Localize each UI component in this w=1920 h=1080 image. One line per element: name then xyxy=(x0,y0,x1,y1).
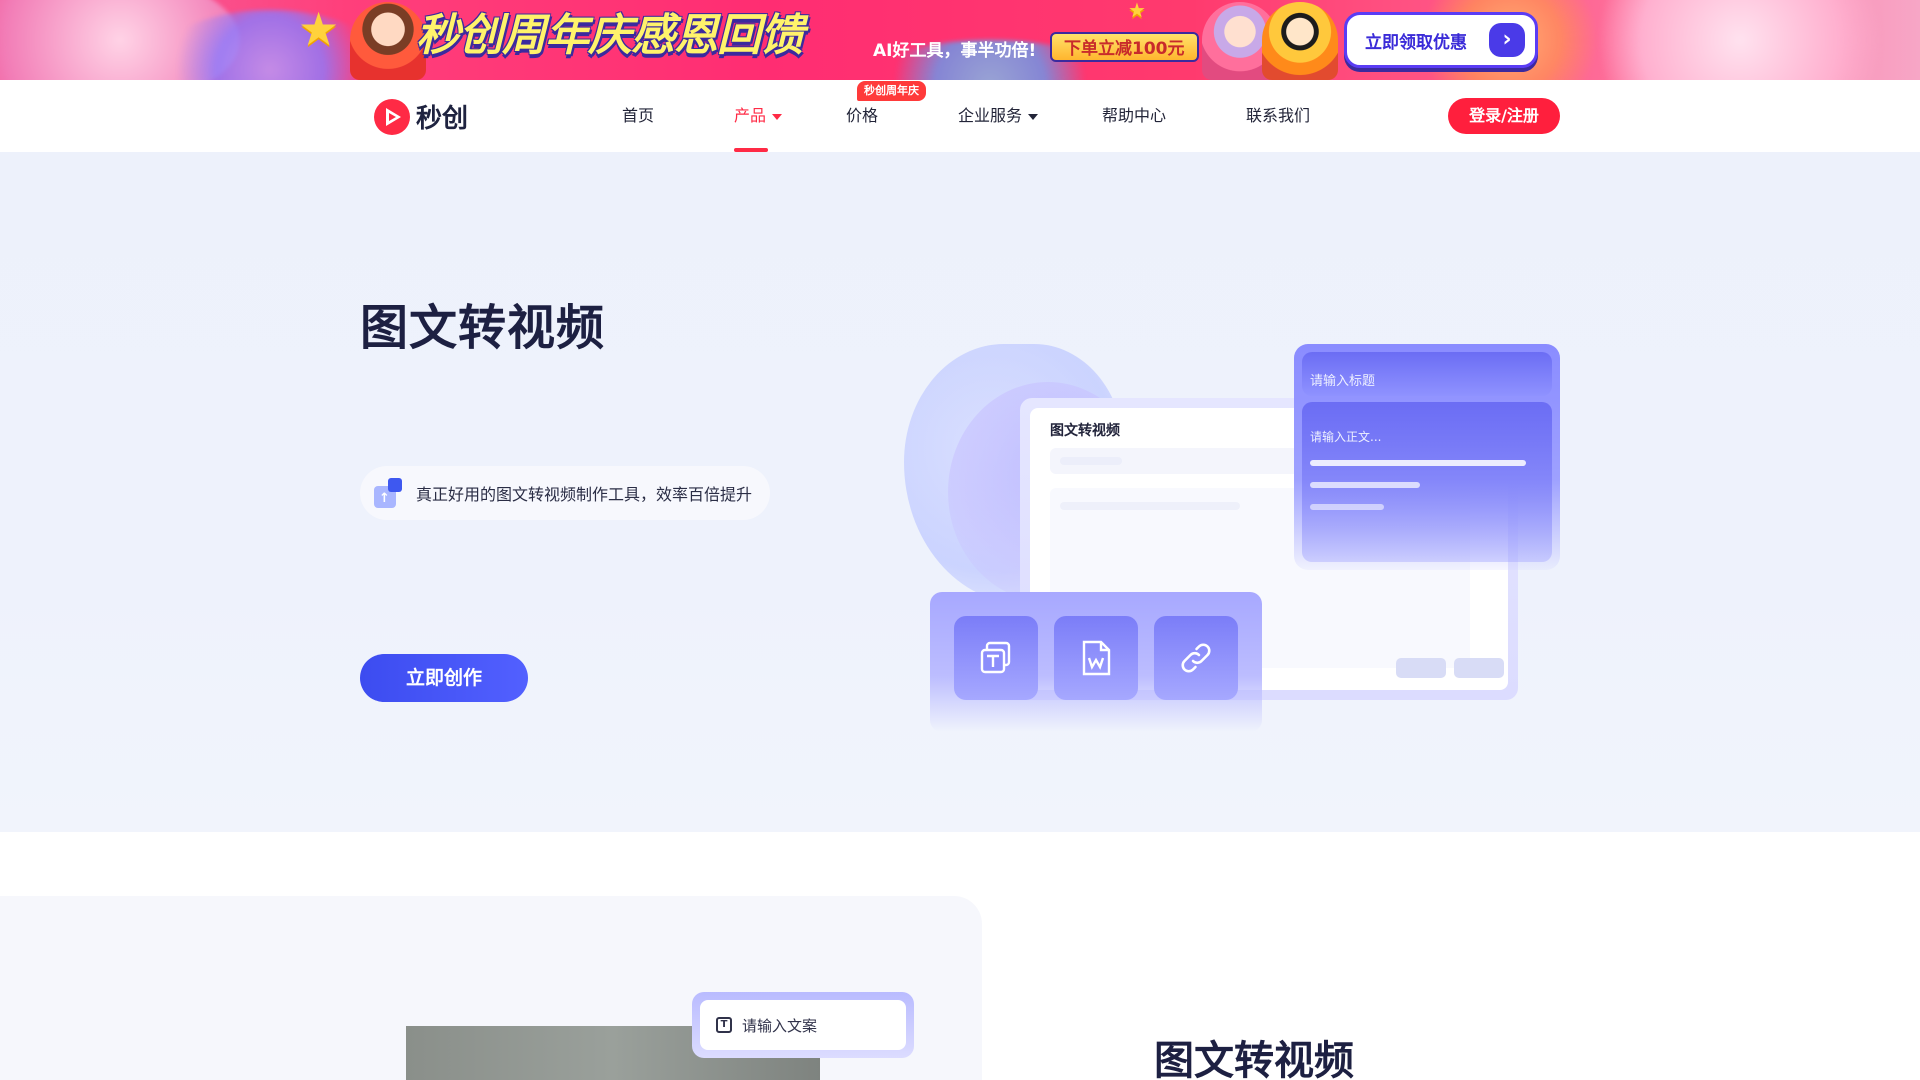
claim-offer-button[interactable]: 立即领取优惠 › xyxy=(1344,12,1538,68)
start-creating-button[interactable]: 立即创作 xyxy=(360,654,528,702)
upload-icon: ↑ xyxy=(374,478,404,508)
link-icon xyxy=(1154,616,1238,700)
promo-discount-badge: 下单立减100元 xyxy=(1050,32,1199,62)
caret-down-icon xyxy=(1028,113,1039,120)
brand-logo[interactable]: 秒创 xyxy=(374,98,468,135)
nav-item-label: 帮助中心 xyxy=(1102,106,1167,125)
nav-item-products[interactable]: 产品 xyxy=(734,80,783,152)
caret-down-icon xyxy=(772,113,783,120)
hero-tagline-text: 真正好用的图文转视频制作工具，效率百倍提升 xyxy=(416,485,753,504)
nav-item-home[interactable]: 首页 xyxy=(622,80,654,152)
mock-bar xyxy=(1310,504,1384,510)
mock-button xyxy=(1396,658,1446,678)
text-icon: T xyxy=(716,1017,732,1033)
nav-item-contact[interactable]: 联系我们 xyxy=(1246,80,1310,152)
promo-banner[interactable]: ★ ★ 秒创周年庆感恩回馈 AI好工具，事半功倍! 下单立减100元 立即领取优… xyxy=(0,0,1920,80)
text-icon xyxy=(954,616,1038,700)
brand-name: 秒创 xyxy=(416,104,469,134)
section-title: 图文转视频 xyxy=(1154,1038,1354,1080)
nav-item-label: 企业服务 xyxy=(958,106,1023,125)
nav-item-label: 联系我们 xyxy=(1246,106,1311,125)
body-placeholder: 请输入正文... xyxy=(1310,430,1382,444)
word-doc-icon xyxy=(1054,616,1138,700)
star-icon: ★ xyxy=(298,2,340,56)
mock-bar xyxy=(1310,482,1420,488)
promo-title: 秒创周年庆感恩回馈 xyxy=(416,10,804,61)
hero-title: 图文转视频 xyxy=(360,300,606,356)
anniversary-badge: 秒创周年庆 xyxy=(857,81,926,101)
script-input-mock: T 请输入文案 xyxy=(692,992,914,1058)
promo-subtitle: AI好工具，事半功倍! xyxy=(873,41,1037,61)
nav-item-label: 价格 xyxy=(846,106,879,125)
mock-bar xyxy=(1310,460,1526,466)
mascot-illustration xyxy=(350,2,426,80)
nav-item-enterprise[interactable]: 企业服务 xyxy=(958,80,1039,152)
nav-item-help[interactable]: 帮助中心 xyxy=(1102,80,1166,152)
input-card-mock: 请输入标题 请输入正文... xyxy=(1294,344,1560,570)
script-input-placeholder: 请输入文案 xyxy=(742,1016,818,1035)
title-placeholder: 请输入标题 xyxy=(1310,374,1376,389)
editor-window-title: 图文转视频 xyxy=(1050,423,1120,439)
claim-offer-label: 立即领取优惠 xyxy=(1365,32,1467,53)
mock-button xyxy=(1454,658,1504,678)
play-logo-icon xyxy=(374,98,410,135)
nav-item-label: 产品 xyxy=(734,106,767,125)
login-register-button[interactable]: 登录/注册 xyxy=(1448,98,1560,134)
top-navbar: 秒创 首页 产品 价格 企业服务 帮助中心 联系我们 登录/注册 xyxy=(0,80,1920,152)
star-icon: ★ xyxy=(1128,0,1146,22)
mascot-illustration xyxy=(1262,2,1338,80)
hero-tagline: ↑ 真正好用的图文转视频制作工具，效率百倍提升 xyxy=(360,466,771,520)
hero-illustration: 图文转视频 请输入标题 请输入正文... xyxy=(900,330,1580,750)
chevron-right-icon: › xyxy=(1489,23,1525,57)
mock-bar xyxy=(1060,502,1240,510)
tool-tray-mock xyxy=(930,592,1262,732)
nav-item-label: 首页 xyxy=(622,106,655,125)
mock-bar xyxy=(1060,457,1122,465)
